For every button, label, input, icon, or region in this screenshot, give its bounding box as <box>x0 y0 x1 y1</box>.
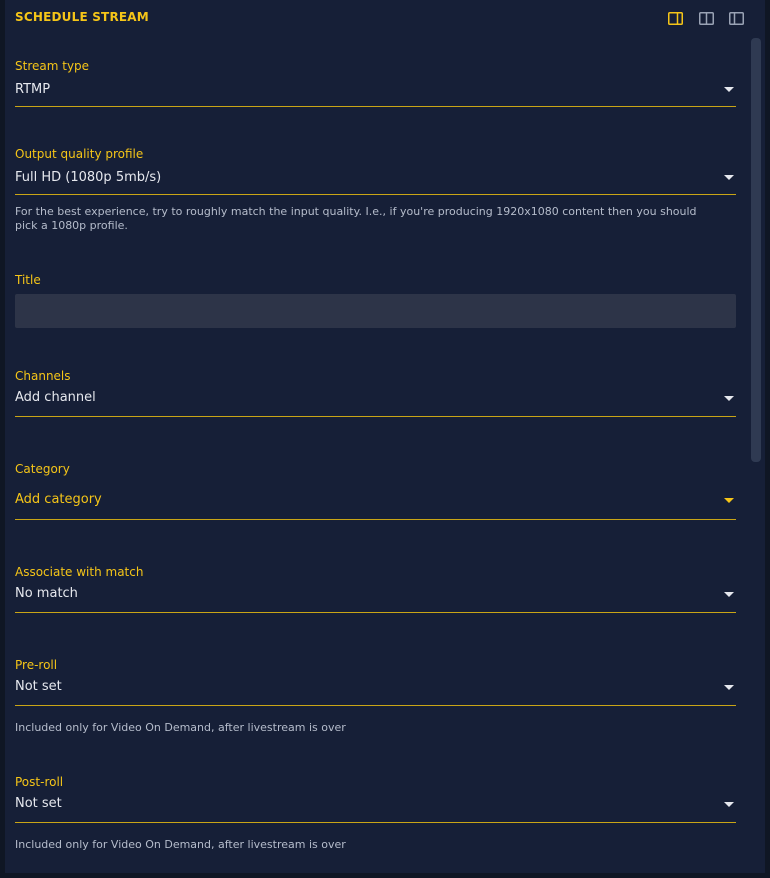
channels-label: Channels <box>15 369 71 383</box>
category-value: Add category <box>15 492 102 507</box>
chevron-down-icon <box>724 396 734 401</box>
output-quality-label: Output quality profile <box>15 147 144 161</box>
stream-type-value: RTMP <box>15 82 51 97</box>
split-columns-icon <box>698 11 714 25</box>
postroll-helper: Included only for Video On Demand, after… <box>15 838 346 851</box>
channels-select[interactable]: Add channel <box>15 386 736 417</box>
stream-type-select[interactable]: RTMP <box>15 76 736 107</box>
title-input[interactable] <box>15 294 736 328</box>
postroll-value: Not set <box>15 796 62 811</box>
panel-header: SCHEDULE STREAM <box>5 0 765 36</box>
postroll-select[interactable]: Not set <box>15 792 736 823</box>
layout-sidebar-left-button[interactable] <box>727 9 745 27</box>
chevron-down-icon <box>724 87 734 92</box>
channels-value: Add channel <box>15 390 96 405</box>
title-label: Title <box>15 273 41 287</box>
chevron-down-icon <box>724 685 734 690</box>
layout-split-button[interactable] <box>697 9 715 27</box>
chevron-down-icon <box>724 498 734 503</box>
preroll-helper: Included only for Video On Demand, after… <box>15 721 346 734</box>
sidebar-left-icon <box>728 11 744 25</box>
match-select[interactable]: No match <box>15 582 736 613</box>
output-quality-select[interactable]: Full HD (1080p 5mb/s) <box>15 164 736 195</box>
stream-type-label: Stream type <box>15 59 90 73</box>
match-label: Associate with match <box>15 565 144 579</box>
match-value: No match <box>15 586 78 601</box>
schedule-stream-panel: SCHEDULE STREAM Stream type RTMP Output <box>5 0 765 873</box>
output-quality-value: Full HD (1080p 5mb/s) <box>15 170 162 185</box>
sidebar-right-icon <box>667 11 683 25</box>
preroll-label: Pre-roll <box>15 658 58 672</box>
chevron-down-icon <box>724 802 734 807</box>
panel-title: SCHEDULE STREAM <box>15 10 149 24</box>
category-label: Category <box>15 462 70 476</box>
chevron-down-icon <box>724 592 734 597</box>
output-quality-helper: For the best experience, try to roughly … <box>15 205 697 232</box>
postroll-label: Post-roll <box>15 775 64 789</box>
chevron-down-icon <box>724 175 734 180</box>
layout-sidebar-right-button[interactable] <box>666 9 684 27</box>
scrollbar-thumb[interactable] <box>751 38 761 462</box>
preroll-select[interactable]: Not set <box>15 675 736 706</box>
preroll-value: Not set <box>15 679 62 694</box>
category-select[interactable]: Add category <box>15 482 736 520</box>
